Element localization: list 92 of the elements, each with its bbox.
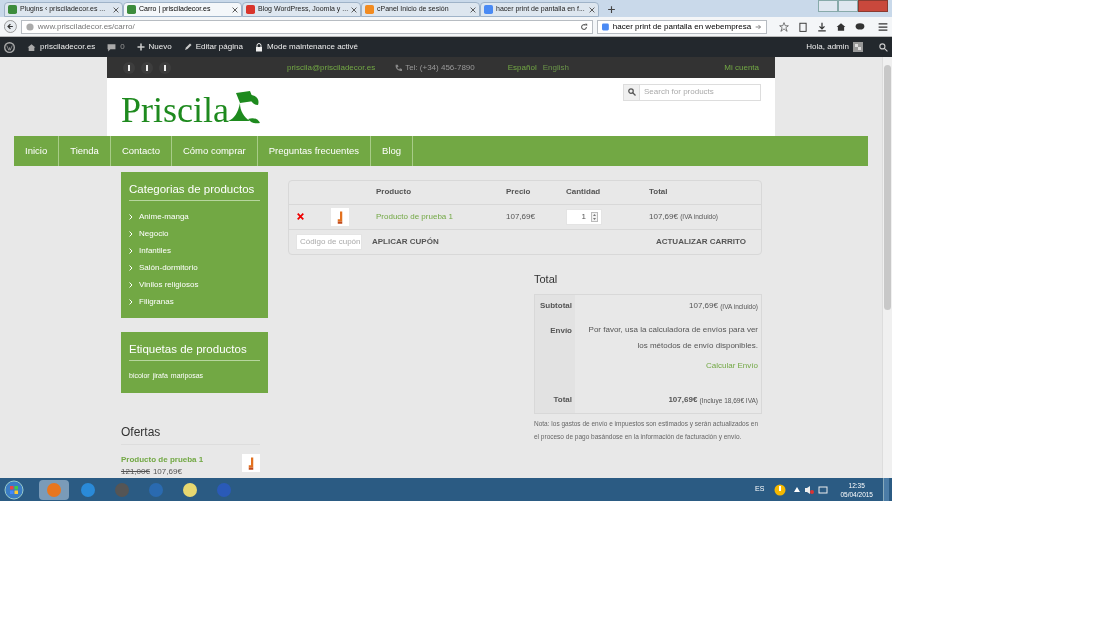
close-icon[interactable] <box>351 6 358 13</box>
search-icon[interactable] <box>879 42 888 52</box>
offers-title: Ofertas <box>121 423 260 445</box>
chevron-icon <box>129 247 133 254</box>
category-link[interactable]: Anime-manga <box>129 208 260 226</box>
back-icon[interactable] <box>4 20 17 33</box>
pencil-icon <box>183 43 192 51</box>
chevron-icon <box>129 230 133 237</box>
shipping-text: Por favor, usa la calculadora de envíos para ver los métodos de envío disponibles. <box>587 324 758 353</box>
star-icon[interactable] <box>779 21 789 32</box>
product-search-field[interactable]: Search for products <box>623 83 761 101</box>
volume-icon[interactable] <box>804 484 815 495</box>
new-tab-icon[interactable] <box>607 5 616 14</box>
nav-item[interactable]: Contacto <box>110 136 172 166</box>
plus-icon <box>136 43 145 51</box>
offer-price: 107,69€ <box>152 466 182 478</box>
comments-link[interactable]: 0 <box>107 41 125 53</box>
spinner-icon <box>591 212 598 222</box>
search-field[interactable]: hacer print de pantalla en webempresa <box>597 19 767 34</box>
category-link[interactable]: Infantiles <box>129 242 260 260</box>
price-cell-text: 107,69€ <box>506 211 536 223</box>
home-icon[interactable] <box>836 21 846 32</box>
favicon-icon <box>365 5 374 14</box>
show-hidden-icons[interactable] <box>794 487 801 492</box>
window-controls[interactable] <box>818 0 888 12</box>
chevron-icon <box>129 281 133 288</box>
address-field[interactable]: www.prisciladecor.es/carro/ <box>20 19 593 34</box>
language-link[interactable]: English <box>542 61 569 74</box>
close-icon[interactable] <box>470 6 476 13</box>
column-header: Producto <box>376 186 413 199</box>
start-button-icon[interactable] <box>3 479 25 500</box>
panel-title: Etiquetas de productos <box>129 341 260 362</box>
wordpress-logo-icon[interactable] <box>4 41 15 53</box>
close-icon[interactable] <box>589 6 595 13</box>
coupon-field[interactable]: Código de cupón <box>296 234 362 250</box>
edit-link[interactable]: Editar página <box>183 41 243 53</box>
update-cart-button[interactable]: ACTUALIZAR CARRITO <box>655 236 746 248</box>
category-link[interactable]: Negocio <box>129 225 260 243</box>
scrollbar[interactable] <box>882 57 892 478</box>
language-link[interactable]: Español <box>507 61 537 74</box>
download-icon[interactable] <box>817 21 827 32</box>
email-link[interactable]: priscila@prisciladecor.es <box>287 61 376 74</box>
chevron-icon <box>129 213 133 220</box>
account-link[interactable]: Hola, admin <box>806 41 863 53</box>
remove-icon[interactable] <box>297 213 304 221</box>
lock-icon <box>254 42 263 52</box>
close-icon[interactable] <box>232 6 238 13</box>
quantity-field[interactable]: 1 <box>566 209 602 225</box>
column-header: Total <box>649 186 668 199</box>
shipping-label: Envío <box>550 325 572 338</box>
comment-icon <box>107 42 117 52</box>
site-link[interactable]: prisciladecor.es <box>27 41 96 53</box>
account-link[interactable]: Mi cuenta <box>724 61 759 74</box>
category-link[interactable]: Vinilos religiosos <box>129 276 260 294</box>
close-icon[interactable] <box>113 6 119 13</box>
product-thumbnail-icon <box>242 454 260 472</box>
total-label: Total <box>553 394 572 407</box>
warning-icon[interactable] <box>774 483 787 496</box>
favicon-icon <box>8 5 17 14</box>
panel-title: Categorias de productos <box>129 181 260 202</box>
column-header: Precio <box>506 186 532 199</box>
nav-item[interactable]: Cómo comprar <box>171 136 258 166</box>
phone-text: Tel: (+34) 456-7890 <box>405 61 475 74</box>
totals-title: Total <box>534 272 559 287</box>
chevron-icon <box>129 298 133 305</box>
offer-product-link[interactable]: Producto de prueba 1 <box>121 454 242 466</box>
reload-icon[interactable] <box>580 22 588 31</box>
favicon-icon <box>127 5 136 14</box>
nav-item[interactable]: Tienda <box>59 136 111 166</box>
product-link[interactable]: Producto de prueba 1 <box>376 211 506 223</box>
old-price: 121,00€ <box>121 466 150 478</box>
maintenance-link[interactable]: Mode maintenance activé <box>254 41 359 53</box>
category-link[interactable]: Filigranas <box>129 293 260 311</box>
new-link[interactable]: Nuevo <box>136 41 172 53</box>
nav-item[interactable]: Blog <box>371 136 414 166</box>
column-header: Cantidad <box>566 186 602 199</box>
home-icon <box>27 42 36 52</box>
apply-coupon-button[interactable]: APLICAR CUPÓN <box>372 236 439 248</box>
search-icon <box>627 88 636 97</box>
product-thumbnail-icon <box>331 208 349 226</box>
avatar-icon <box>853 42 863 52</box>
nav-item[interactable]: Preguntas frecuentes <box>257 136 372 166</box>
nav-item[interactable]: Inicio <box>14 136 60 166</box>
chevron-icon <box>129 264 133 271</box>
category-link[interactable]: Salón-dormitorio <box>129 259 260 277</box>
phone-icon <box>395 64 403 72</box>
subtotal-label: Subtotal <box>540 300 572 313</box>
logo[interactable]: Priscila <box>121 92 229 129</box>
favicon-icon <box>484 5 493 14</box>
favicon-icon <box>246 5 255 14</box>
calculate-shipping-link[interactable]: Calcular Envío <box>705 360 758 373</box>
menu-icon[interactable] <box>878 21 888 32</box>
